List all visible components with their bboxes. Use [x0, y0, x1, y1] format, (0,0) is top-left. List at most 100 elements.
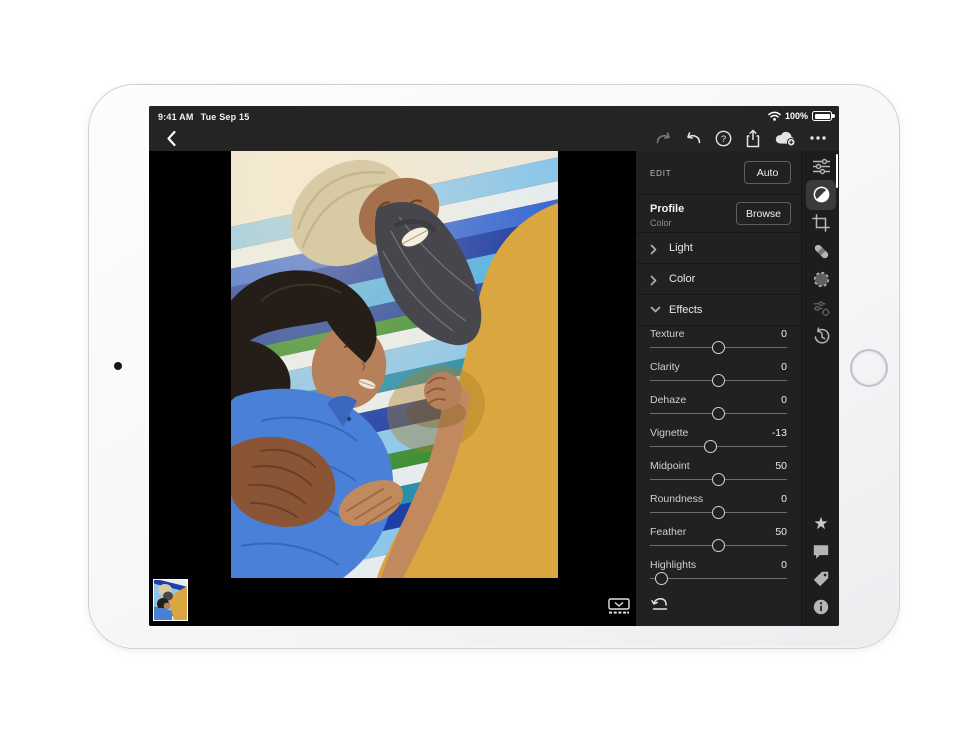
photo-father-daughter	[231, 151, 558, 578]
share-button[interactable]	[745, 129, 761, 147]
slider-label: Clarity	[650, 361, 680, 373]
slider-track[interactable]	[650, 506, 787, 519]
slider-label: Highlights	[650, 559, 696, 571]
selective-edit-button[interactable]	[802, 265, 839, 293]
browse-button[interactable]: Browse	[736, 202, 791, 225]
effect-slider: Highlights 0	[650, 558, 787, 591]
share-icon	[745, 129, 761, 148]
crop-icon	[812, 214, 830, 232]
slider-knob[interactable]	[655, 572, 668, 585]
slider-knob[interactable]	[712, 539, 725, 552]
home-button[interactable]	[850, 349, 888, 387]
slider-track[interactable]	[650, 341, 787, 354]
panel-title: EDIT	[650, 169, 671, 178]
more-icon	[810, 136, 826, 140]
presets-button[interactable]	[802, 294, 839, 322]
effect-slider: Dehaze 0	[650, 393, 787, 426]
star-rating-button[interactable]: ★	[802, 509, 839, 537]
adjust-panels-button[interactable]	[802, 152, 839, 180]
slider-track[interactable]	[650, 473, 787, 486]
edit-panel: EDIT Auto Profile Color Browse Light Col…	[636, 151, 801, 626]
slider-track[interactable]	[650, 374, 787, 387]
reset-button[interactable]	[648, 595, 670, 613]
effect-slider: Midpoint 50	[650, 459, 787, 492]
redo-icon	[655, 131, 672, 145]
app-header: 9:41 AM Tue Sep 15 100%	[149, 106, 839, 151]
back-button[interactable]	[162, 129, 180, 147]
keyword-tag-button[interactable]	[802, 565, 839, 593]
effect-slider: Feather 50	[650, 525, 787, 558]
star-icon: ★	[813, 515, 828, 532]
section-label: Color	[669, 273, 695, 285]
selective-edit-icon	[812, 270, 831, 289]
slider-label: Roundness	[650, 493, 703, 505]
cloud-sync-icon	[774, 130, 797, 147]
status-bar-left: 9:41 AM Tue Sep 15	[158, 112, 249, 122]
slider-knob[interactable]	[712, 374, 725, 387]
redo-button[interactable]	[655, 129, 672, 147]
effect-slider: Roundness 0	[650, 492, 787, 525]
edit-header-row: EDIT Auto	[636, 151, 801, 195]
slider-knob[interactable]	[712, 407, 725, 420]
slider-head: Clarity 0	[650, 361, 787, 373]
slider-track[interactable]	[650, 407, 787, 420]
slider-track[interactable]	[650, 539, 787, 552]
photo-canvas[interactable]	[149, 151, 636, 626]
slider-value: 0	[781, 493, 787, 505]
slider-head: Feather 50	[650, 526, 787, 538]
section-label: Effects	[669, 304, 702, 316]
slider-line	[650, 578, 787, 580]
chevron-right-icon	[650, 275, 657, 286]
more-button[interactable]	[810, 129, 826, 147]
healing-brush-button[interactable]	[802, 237, 839, 265]
profile-row: Profile Color Browse	[636, 195, 801, 233]
slider-head: Vignette -13	[650, 427, 787, 439]
slider-label: Texture	[650, 328, 684, 340]
slider-knob[interactable]	[712, 341, 725, 354]
status-date: Tue Sep 15	[201, 112, 250, 122]
section-light[interactable]: Light	[636, 233, 801, 264]
undo-button[interactable]	[685, 129, 702, 147]
status-time: 9:41 AM	[158, 112, 194, 122]
section-color[interactable]: Color	[636, 264, 801, 295]
info-icon	[812, 598, 830, 616]
section-label: Light	[669, 242, 693, 254]
slider-label: Midpoint	[650, 460, 690, 472]
slider-value: 50	[775, 460, 787, 472]
chevron-down-icon	[650, 306, 661, 313]
slider-head: Roundness 0	[650, 493, 787, 505]
chevron-left-icon	[166, 130, 177, 147]
slider-value: 0	[781, 394, 787, 406]
info-button[interactable]	[802, 593, 839, 621]
battery-percent: 100%	[785, 111, 808, 121]
front-camera	[114, 362, 122, 370]
slider-knob[interactable]	[712, 473, 725, 486]
versions-button[interactable]	[802, 322, 839, 350]
comment-button[interactable]	[802, 537, 839, 565]
help-button[interactable]: ?	[715, 129, 732, 147]
versions-icon	[812, 327, 831, 346]
slider-track[interactable]	[650, 572, 787, 585]
slider-knob[interactable]	[712, 506, 725, 519]
auto-button[interactable]: Auto	[744, 161, 791, 184]
slider-track[interactable]	[650, 440, 787, 453]
tone-edit-button[interactable]	[802, 180, 839, 208]
slider-knob[interactable]	[704, 440, 717, 453]
ipad-device-frame: 9:41 AM Tue Sep 15 100%	[88, 84, 900, 649]
adjust-panels-icon	[812, 158, 831, 175]
slider-head: Highlights 0	[650, 559, 787, 571]
screen: 9:41 AM Tue Sep 15 100%	[149, 106, 839, 626]
battery-icon	[812, 111, 832, 121]
comment-icon	[812, 543, 830, 560]
cloud-sync-button[interactable]	[774, 129, 797, 147]
slider-line	[650, 446, 787, 448]
healing-brush-icon	[812, 242, 831, 261]
filmstrip-thumbnail[interactable]	[153, 579, 188, 621]
crop-button[interactable]	[802, 209, 839, 237]
slider-head: Dehaze 0	[650, 394, 787, 406]
effect-slider: Vignette -13	[650, 426, 787, 459]
slider-head: Midpoint 50	[650, 460, 787, 472]
filmstrip-toggle-button[interactable]	[607, 597, 631, 615]
section-effects[interactable]: Effects	[636, 295, 801, 326]
undo-icon	[685, 131, 702, 145]
